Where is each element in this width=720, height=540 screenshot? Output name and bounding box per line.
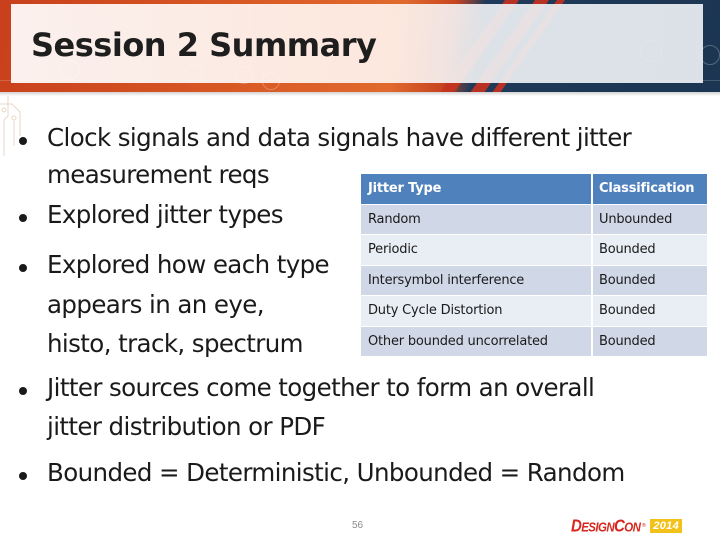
circuit-decoration-left xyxy=(0,96,21,156)
bullet-dot xyxy=(19,214,27,222)
cell-classification: Unbounded xyxy=(593,204,707,234)
cell-classification: Bounded xyxy=(593,296,707,326)
table-header-row: Jitter Type Classification xyxy=(361,174,707,205)
header-jitter-type: Jitter Type xyxy=(361,174,593,204)
cell-classification: Bounded xyxy=(593,235,707,265)
bullet-3-line-2: appears in an eye, xyxy=(47,290,265,319)
bullet-3-line-3: histo, track, spectrum xyxy=(47,329,304,358)
bullet-3-line-1: Explored how each type xyxy=(47,250,330,279)
bullet-dot xyxy=(19,264,27,272)
circuit-decoration xyxy=(700,45,720,65)
bullet-dot xyxy=(19,472,27,480)
cell-jitter-type: Intersymbol interference xyxy=(361,265,593,295)
cell-jitter-type: Periodic xyxy=(361,235,593,265)
designcon-logo: DESIGNCON ® 2014 xyxy=(571,516,682,536)
jitter-table: Jitter Type Classification Random Unboun… xyxy=(361,174,707,357)
cell-jitter-type: Duty Cycle Distortion xyxy=(361,296,593,326)
bullet-4-line-1: Jitter sources come together to form an … xyxy=(47,373,595,402)
cell-jitter-type: Random xyxy=(361,204,593,234)
bullet-dot xyxy=(19,137,27,145)
header-banner: Session 2 Summary xyxy=(0,0,720,92)
logo-letter: C xyxy=(614,516,625,536)
logo-letters: ESIGN xyxy=(581,520,615,535)
table-row: Other bounded uncorrelated Bounded xyxy=(361,326,707,357)
bullet-4-line-2: jitter distribution or PDF xyxy=(47,412,326,441)
cell-classification: Bounded xyxy=(593,326,707,356)
bullet-dot xyxy=(19,387,27,395)
table-row: Duty Cycle Distortion Bounded xyxy=(361,296,707,327)
table-row: Periodic Bounded xyxy=(361,235,707,266)
slide-title: Session 2 Summary xyxy=(31,26,377,64)
header-classification: Classification xyxy=(593,174,707,204)
bullet-1-line-1: Clock signals and data signals have diff… xyxy=(47,123,632,152)
bullet-1-line-2: measurement reqs xyxy=(47,160,270,189)
banner-shadow xyxy=(0,92,720,96)
logo-letters: ON xyxy=(624,520,641,535)
logo-letter: D xyxy=(571,516,582,536)
registered-mark-icon: ® xyxy=(641,523,647,529)
table-row: Random Unbounded xyxy=(361,204,707,235)
logo-year: 2014 xyxy=(650,519,682,533)
logo-brand: DESIGNCON xyxy=(571,516,641,536)
bullet-2-line-1: Explored jitter types xyxy=(47,200,284,229)
title-box: Session 2 Summary xyxy=(11,4,703,83)
cell-classification: Bounded xyxy=(593,265,707,295)
page-number: 56 xyxy=(352,520,364,531)
table-row: Intersymbol interference Bounded xyxy=(361,265,707,296)
cell-jitter-type: Other bounded uncorrelated xyxy=(361,326,593,356)
bullet-5-line-1: Bounded = Deterministic, Unbounded = Ran… xyxy=(47,458,625,487)
